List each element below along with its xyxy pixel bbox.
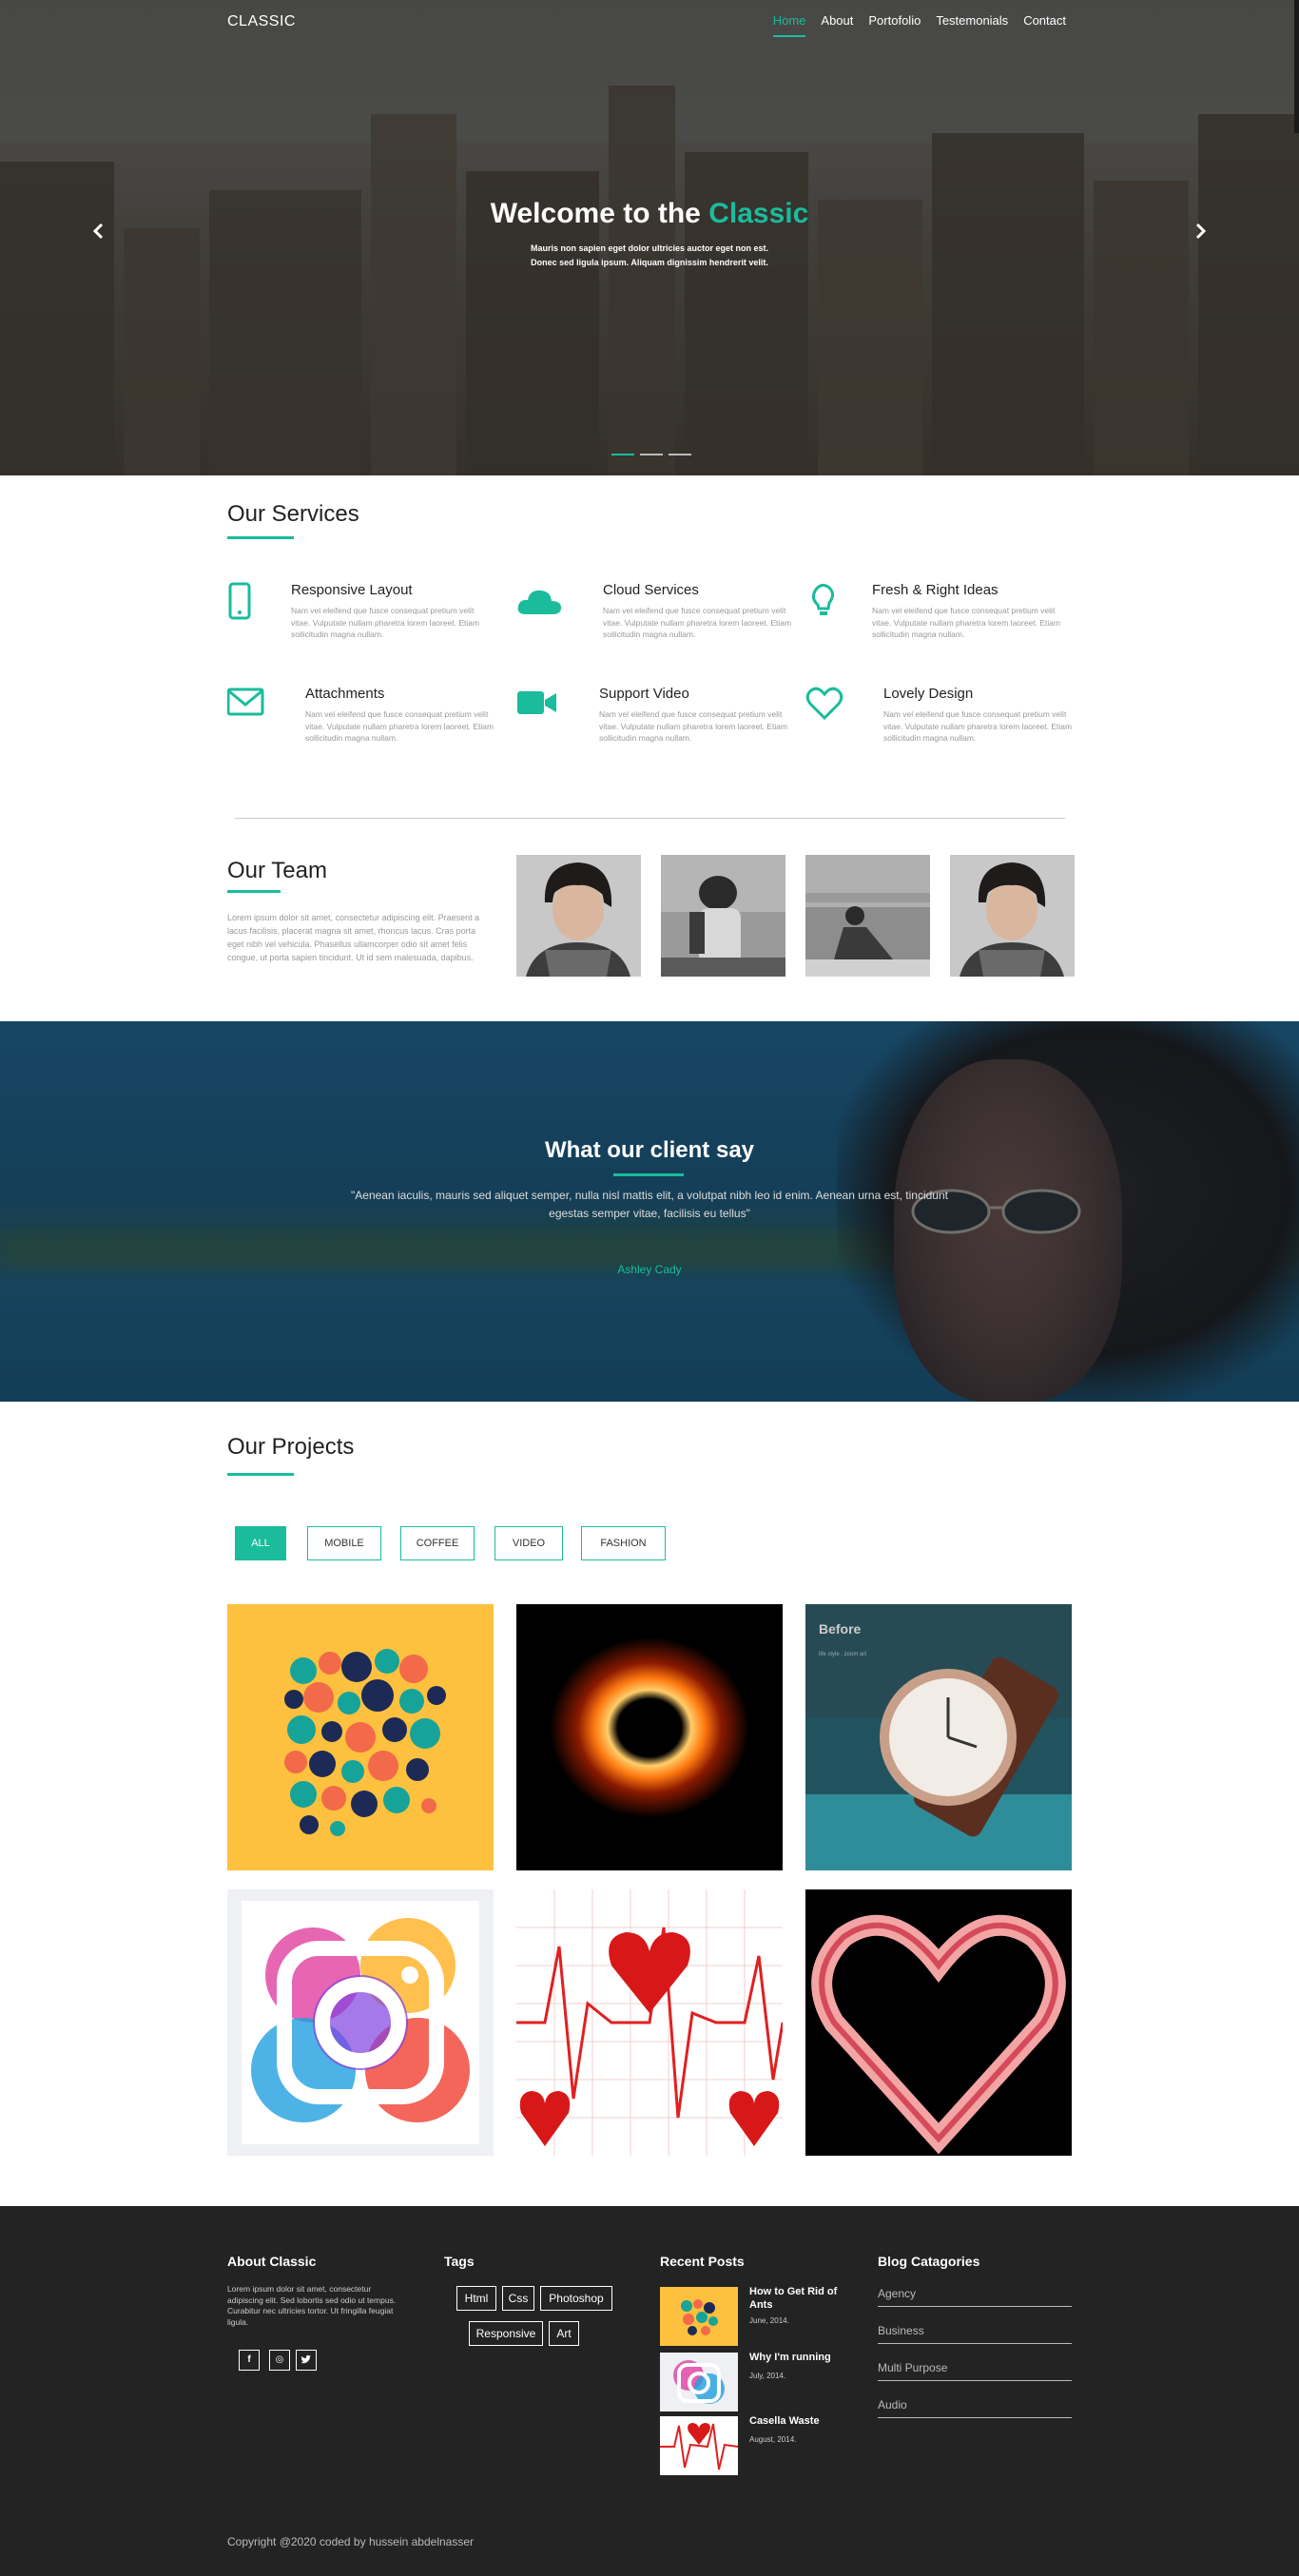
slide-indicator[interactable]: [640, 454, 663, 455]
service-text: Nam vel eleifend que fusce consequat pre…: [291, 606, 480, 639]
hero-slider: [0, 0, 1299, 475]
project-item[interactable]: [516, 1889, 783, 2156]
filter-all-button[interactable]: ALL: [235, 1526, 286, 1560]
testimonial-author[interactable]: Ashley Cady: [0, 1263, 1299, 1276]
team-heading: Our Team: [227, 858, 327, 883]
service-title: Attachments: [305, 686, 385, 702]
category-link[interactable]: Audio: [878, 2398, 1072, 2418]
category-link[interactable]: Agency: [878, 2287, 1072, 2307]
projects-heading: Our Projects: [227, 1434, 355, 1460]
nav-menu: Home About Portofolio Testemonials Conta…: [772, 13, 1066, 37]
project-item[interactable]: [227, 1889, 494, 2156]
team-description: Lorem ipsum dolor sit amet, consectetur …: [227, 913, 480, 962]
service-text: Nam vel eleifend que fusce consequat pre…: [603, 606, 792, 639]
top-navbar: CLASSIC Home About Portofolio Testemonia…: [0, 0, 1299, 44]
footer-recent-posts-heading: Recent Posts: [660, 2254, 745, 2269]
team-member-photo[interactable]: [516, 855, 641, 977]
team-member-photo[interactable]: [950, 855, 1075, 977]
project-item[interactable]: [227, 1604, 494, 1870]
filter-mobile-button[interactable]: MOBILE: [307, 1526, 381, 1560]
section-divider: [235, 818, 1065, 819]
hero-subtitle-line: Mauris non sapien eget dolor ultricies a…: [530, 243, 769, 253]
chevron-left-icon[interactable]: [91, 221, 105, 245]
recent-post-date: August, 2014.: [749, 2435, 797, 2444]
copyright-text: Copyright @2020 coded by hussein abdelna…: [227, 2535, 475, 2548]
lightbulb-icon: [805, 582, 843, 620]
instagram-icon[interactable]: ◎: [269, 2350, 290, 2371]
hero-title-prefix: Welcome to the: [490, 198, 709, 229]
twitter-icon[interactable]: [296, 2350, 317, 2371]
service-title: Fresh & Right Ideas: [872, 582, 998, 598]
footer-categories-heading: Blog Catagories: [878, 2254, 980, 2269]
services-heading: Our Services: [227, 501, 359, 527]
cloud-icon: [516, 582, 561, 620]
nav-item-testimonials[interactable]: Testemonials: [936, 13, 1008, 37]
tag-css[interactable]: Css: [502, 2286, 534, 2311]
project-item[interactable]: [805, 1889, 1072, 2156]
project-item[interactable]: [516, 1604, 783, 1870]
recent-post-title[interactable]: Casella Waste: [749, 2414, 854, 2428]
service-text: Nam vel eleifend que fusce consequat pre…: [305, 709, 494, 743]
service-text: Nam vel eleifend que fusce consequat pre…: [883, 709, 1073, 743]
footer-about-heading: About Classic: [227, 2254, 317, 2269]
service-title: Cloud Services: [603, 582, 699, 598]
service-text: Nam vel eleifend que fusce consequat pre…: [599, 709, 788, 743]
recent-post-thumbnail[interactable]: [660, 2287, 738, 2346]
project-watch-before-label: Before: [819, 1621, 862, 1637]
filter-fashion-button[interactable]: FASHION: [581, 1526, 666, 1560]
nav-item-portfolio[interactable]: Portofolio: [868, 13, 921, 37]
service-title: Lovely Design: [883, 686, 974, 702]
filter-video-button[interactable]: VIDEO: [494, 1526, 563, 1560]
service-title: Support Video: [599, 686, 689, 702]
footer-about-text: Lorem ipsum dolor sit amet, consectetur …: [227, 2284, 397, 2327]
nav-item-contact[interactable]: Contact: [1023, 13, 1066, 37]
project-item[interactable]: Before life style . zoom art: [805, 1604, 1072, 1870]
site-footer: [0, 2206, 1299, 2576]
heading-underline: [227, 536, 294, 539]
phone-icon: [227, 582, 265, 620]
recent-post-date: June, 2014.: [749, 2316, 789, 2325]
hero-title: Welcome to the Classic: [0, 198, 1299, 230]
heading-underline: [613, 1173, 684, 1176]
hero-subtitle: Mauris non sapien eget dolor ultricies a…: [0, 242, 1299, 270]
service-text: Nam vel eleifend que fusce consequat pre…: [872, 606, 1061, 639]
footer-tags-heading: Tags: [444, 2254, 475, 2269]
team-member-photo[interactable]: [661, 855, 785, 977]
envelope-icon: [226, 686, 265, 724]
slide-indicators: [611, 454, 691, 455]
chevron-right-icon[interactable]: [1194, 221, 1208, 245]
hero-subtitle-line: Donec sed ligula ipsum. Aliquam dignissi…: [531, 258, 768, 267]
site-logo[interactable]: CLASSIC: [227, 13, 296, 30]
hero-title-accent: Classic: [708, 198, 809, 229]
category-link[interactable]: Business: [878, 2324, 1072, 2344]
tag-html[interactable]: Html: [456, 2286, 496, 2311]
heart-icon: [805, 686, 843, 724]
nav-item-home[interactable]: Home: [772, 13, 806, 37]
heading-underline: [227, 890, 281, 893]
recent-post-thumbnail[interactable]: [660, 2416, 738, 2475]
tag-photoshop[interactable]: Photoshop: [540, 2286, 612, 2311]
filter-coffee-button[interactable]: COFFEE: [400, 1526, 475, 1560]
testimonial-heading: What our client say: [544, 1137, 755, 1163]
team-member-photo[interactable]: [805, 855, 930, 977]
recent-post-date: July, 2014.: [749, 2372, 786, 2380]
tag-responsive[interactable]: Responsive: [469, 2321, 543, 2346]
service-title: Responsive Layout: [291, 582, 413, 598]
nav-item-about[interactable]: About: [821, 13, 853, 37]
project-watch-caption: life style . zoom art: [819, 1652, 867, 1657]
testimonial-quote: "Aenean iaculis, mauris sed aliquet semp…: [351, 1189, 948, 1220]
recent-post-title[interactable]: Why I'm running: [749, 2351, 854, 2364]
recent-post-thumbnail[interactable]: [660, 2353, 738, 2411]
recent-post-title[interactable]: How to Get Rid of Ants: [749, 2285, 854, 2312]
facebook-icon[interactable]: f: [239, 2350, 260, 2371]
tag-art[interactable]: Art: [549, 2321, 579, 2346]
slide-indicator[interactable]: [611, 454, 634, 455]
slide-indicator[interactable]: [669, 454, 691, 455]
category-link[interactable]: Multi Purpose: [878, 2361, 1072, 2381]
heading-underline: [227, 1473, 294, 1476]
video-camera-icon: [516, 686, 556, 724]
hero-overlay: [0, 0, 1299, 475]
